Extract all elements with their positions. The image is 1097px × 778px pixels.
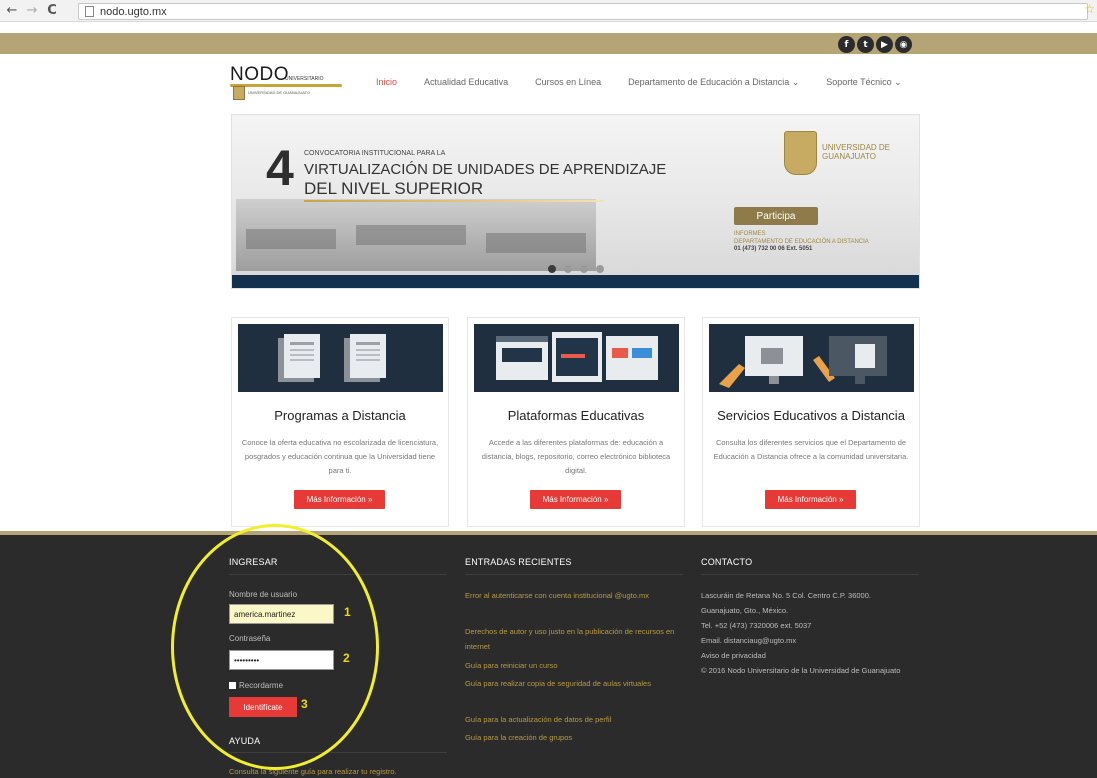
recent-post-link[interactable]: Guía para realizar copia de seguridad de… [465,676,680,691]
logo-word: NODO [230,64,289,85]
reload-icon[interactable]: C [44,3,60,18]
card-plataformas: Plataformas Educativas Accede a las dife… [467,317,685,527]
annotation-2: 2 [343,651,350,665]
card-title: Servicios Educativos a Distancia [717,408,905,423]
informes-text: INFORMES DEPARTAMENTO DE EDUCACIÓN A DIS… [734,231,869,252]
slide-title-line2: DEL NIVEL SUPERIOR [304,179,484,198]
logo-tagline: UNIVERSIDAD DE GUANAJUATO [248,90,311,95]
card-description: Conoce la oferta educativa no escolariza… [241,438,439,475]
card-description: Consulta los diferentes servicios que el… [713,438,909,461]
remember-checkbox[interactable] [229,682,236,689]
documents-illustration-icon [238,324,443,392]
more-info-button[interactable]: Más Información » [765,490,856,509]
logo-swoosh [230,84,342,87]
remember-label: Recordarme [239,681,284,690]
copyright-text: © 2016 Nodo Universitario de la Universi… [701,666,901,675]
university-name: UNIVERSIDAD DE GUANAJUATO [822,143,891,161]
slider-dot[interactable] [596,265,604,273]
slide-divider [304,200,604,202]
twitter-icon[interactable]: t [857,36,874,53]
divider [229,752,447,753]
rss-icon[interactable]: ◉ [895,36,912,53]
slider-dot[interactable] [564,265,572,273]
main-nav: Inicio Actualidad Educativa Cursos en Lí… [376,77,929,88]
youtube-icon[interactable]: ▶ [876,36,893,53]
divider [701,574,919,575]
recent-heading: ENTRADAS RECIENTES [465,557,572,567]
recent-post-link[interactable]: Guía para la creación de grupos [465,730,680,745]
platforms-illustration-icon [474,324,679,392]
facebook-icon[interactable]: f [838,36,855,53]
recent-post-link[interactable]: Guía para la actualización de datos de p… [465,712,680,727]
divider [465,574,683,575]
slider-dots [548,265,604,273]
recent-post-link[interactable]: Error al autenticarse con cuenta institu… [465,588,680,603]
login-button[interactable]: Identifícate [229,697,297,717]
card-programas: Programas a Distancia Conoce la oferta e… [231,317,449,527]
logo-sub: UNIVERSITARIO [285,76,324,82]
nav-item-soporte[interactable]: Soporte Técnico ⌄ [826,77,901,88]
nav-item-actualidad[interactable]: Actualidad Educativa [424,77,508,88]
privacy-link[interactable]: Aviso de privacidad [701,648,916,663]
slider-dot[interactable] [548,265,556,273]
nav-item-cursos[interactable]: Cursos en Línea [535,77,601,88]
recent-post-link[interactable]: Derechos de autor y uso justo en la publ… [465,624,680,654]
contact-city: Guanajuato, Gto., México. [701,606,789,615]
site-logo[interactable]: NODO UNIVERSITARIO UNIVERSIDAD DE GUANAJ… [230,64,345,102]
url-text: nodo.ugto.mx [100,5,167,18]
slide-kicker: CONVOCATORIA INSTITUCIONAL PARA LA [304,150,446,157]
more-info-button[interactable]: Más Información » [530,490,621,509]
nav-item-inicio[interactable]: Inicio [376,77,397,88]
password-input[interactable]: ••••••••• [229,650,334,670]
card-title: Programas a Distancia [274,408,406,423]
more-info-button[interactable]: Más Información » [294,490,385,509]
slide-number: 4 [266,140,294,196]
ug-shield-icon [784,131,817,175]
page-icon [85,6,94,17]
office-photo [236,199,596,271]
username-label: Nombre de usuario [229,590,298,599]
contact-phone: Tel. +52 (473) 7320006 ext. 5037 [701,621,812,630]
password-label: Contraseña [229,634,271,643]
address-bar[interactable]: nodo.ugto.mx [78,3,1088,20]
contact-email: Email. distanciaug@ugto.mx [701,636,797,645]
contact-address: Lascuráin de Retana No. 5 Col. Centro C.… [701,591,871,600]
slide-footer-band [232,275,919,288]
help-heading: AYUDA [229,736,261,746]
username-input[interactable]: america.martinez [229,604,334,624]
annotation-1: 1 [344,605,351,619]
card-description: Accede a las diferentes plataformas de: … [481,438,671,475]
annotation-3: 3 [301,697,308,711]
bookmark-star-icon[interactable]: ☆ [1084,2,1095,16]
help-link[interactable]: Consulta la siguiente guía para realizar… [229,767,397,776]
slider-dot[interactable] [580,265,588,273]
card-servicios: Servicios Educativos a Distancia Consult… [702,317,920,527]
contact-heading: CONTACTO [701,557,753,567]
participa-button[interactable]: Participa [734,207,818,225]
slide-title-line1: VIRTUALIZACIÓN DE UNIDADES DE APRENDIZAJ… [304,161,667,178]
recent-post-link[interactable]: Guía para reiniciar un curso [465,658,680,673]
top-bar [0,33,1097,54]
university-seal-icon [233,86,245,100]
social-links: f t ▶ ◉ [838,36,912,53]
login-heading: INGRESAR [229,557,278,567]
card-title: Plataformas Educativas [507,408,645,423]
back-icon[interactable]: ← [4,3,20,18]
nav-item-departamento[interactable]: Departamento de Educación a Distancia ⌄ [628,77,799,88]
browser-toolbar: ← → C nodo.ugto.mx ☆ [0,0,1097,22]
hero-slider[interactable]: 4 CONVOCATORIA INSTITUCIONAL PARA LA VIR… [231,114,920,289]
forward-icon[interactable]: → [24,3,40,18]
divider [229,574,447,575]
services-illustration-icon [709,324,914,392]
